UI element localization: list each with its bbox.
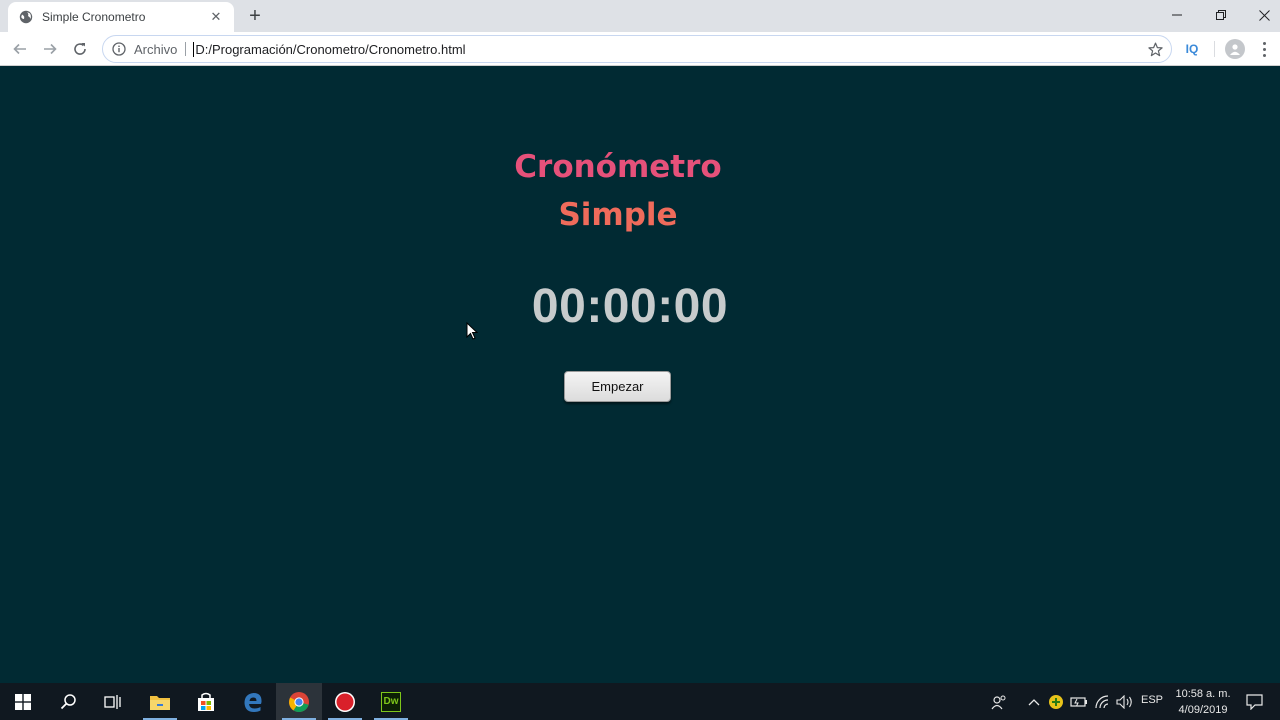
file-explorer-icon[interactable] [137, 683, 183, 720]
start-icon[interactable] [0, 683, 46, 720]
bookmark-star-icon[interactable] [1145, 39, 1165, 59]
info-icon[interactable] [111, 41, 127, 57]
new-tab-button[interactable]: + [244, 5, 266, 27]
chevron-up-icon[interactable] [1024, 692, 1044, 712]
scheme-label: Archivo [134, 41, 178, 57]
timer-display: 00:00:00 [531, 280, 729, 333]
iq-extension-icon[interactable]: IQ [1182, 39, 1202, 59]
task-view-icon[interactable] [90, 683, 136, 720]
page-title-line1: Cronómetro [514, 149, 722, 185]
clock-time: 10:58 a. m. [1175, 688, 1231, 700]
tab-title: Simple Cronometro [42, 10, 146, 24]
forward-button[interactable] [38, 37, 62, 61]
volume-icon[interactable] [1115, 692, 1135, 712]
url-input[interactable]: D:/Programación/Cronometro/Cronometro.ht… [193, 41, 1145, 57]
edge-icon[interactable] [230, 683, 276, 720]
globe-icon [18, 9, 34, 25]
clock-date: 4/09/2019 [1178, 704, 1228, 716]
reload-button[interactable] [68, 37, 92, 61]
browser-tab[interactable]: Simple Cronometro ✕ [8, 2, 234, 32]
close-tab-icon[interactable]: ✕ [208, 9, 224, 25]
system-clock[interactable]: 10:58 a. m. 4/09/2019 [1170, 686, 1236, 718]
restore-button[interactable] [1199, 0, 1243, 30]
chrome-icon[interactable] [276, 683, 322, 720]
dreamweaver-icon[interactable]: Dw [368, 683, 414, 720]
people-icon[interactable] [989, 692, 1009, 712]
taskbar: Dw ESP 10:58 a. m. 4/09/2019 [0, 683, 1280, 720]
minimize-button[interactable] [1155, 0, 1199, 30]
toolbar-divider [1214, 41, 1215, 57]
profile-avatar-icon[interactable] [1225, 39, 1245, 59]
notification-icon[interactable] [1244, 692, 1264, 712]
back-button[interactable] [8, 37, 32, 61]
search-icon[interactable] [45, 683, 91, 720]
store-icon[interactable] [183, 683, 229, 720]
language-indicator[interactable]: ESP [1141, 694, 1163, 706]
address-bar[interactable]: Archivo D:/Programación/Cronometro/Crono… [102, 35, 1172, 63]
dreamweaver-label: Dw [381, 691, 401, 712]
wifi-icon[interactable] [1093, 692, 1113, 712]
update-icon[interactable] [1046, 692, 1066, 712]
record-icon[interactable] [322, 683, 368, 720]
page-title-line2: Simple [558, 197, 678, 233]
battery-icon[interactable] [1069, 692, 1089, 712]
page-viewport: Cronómetro Simple 00:00:00 Empezar [0, 67, 1280, 683]
omnibox-divider [185, 42, 187, 56]
start-button[interactable]: Empezar [564, 371, 671, 402]
close-window-button[interactable] [1242, 0, 1280, 30]
browser-toolbar: Archivo D:/Programación/Cronometro/Crono… [0, 32, 1280, 66]
browser-menu-icon[interactable] [1256, 39, 1272, 59]
mouse-cursor-icon [466, 322, 478, 340]
tab-strip: Simple Cronometro ✕ + [0, 0, 1280, 32]
